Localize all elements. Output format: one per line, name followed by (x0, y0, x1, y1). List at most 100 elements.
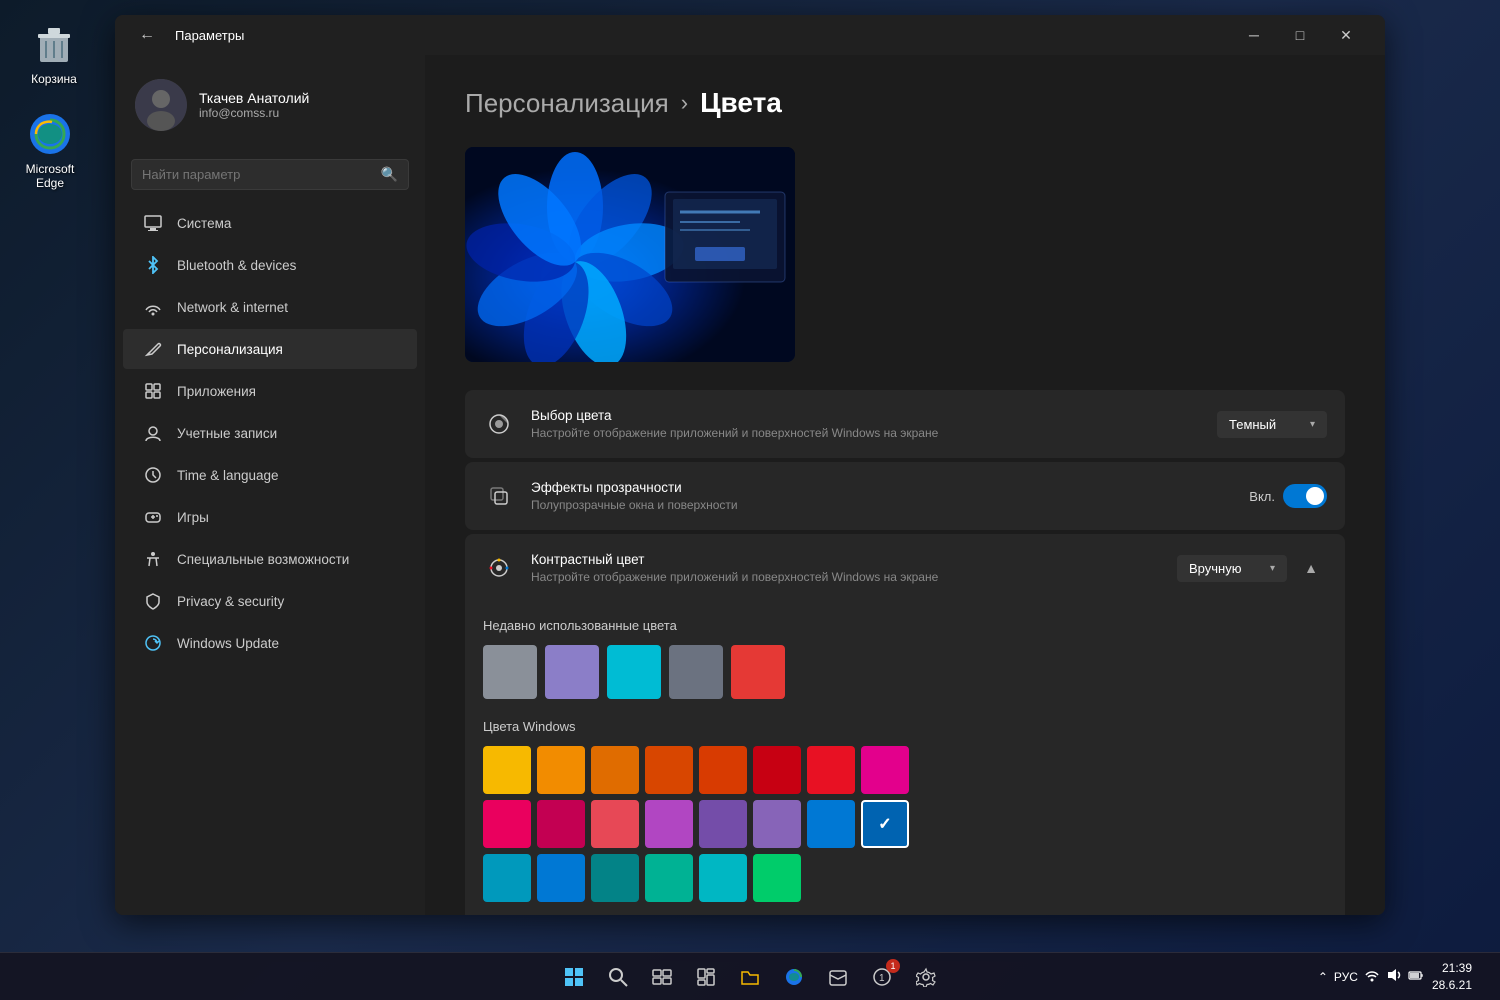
color-choice-dropdown[interactable]: Темный ▾ (1217, 411, 1327, 438)
color-cell-7[interactable] (861, 746, 909, 794)
recent-swatch-4[interactable] (731, 645, 785, 699)
taskbar-chevron[interactable]: ⌃ (1318, 970, 1328, 984)
color-cell-10[interactable] (591, 800, 639, 848)
sidebar-item-network[interactable]: Network & internet (123, 287, 417, 327)
desktop: Корзина Microsoft Edge ← Параметры ─ □ ✕ (0, 0, 1500, 1000)
sidebar-item-personalization[interactable]: Персонализация (123, 329, 417, 369)
transparency-row[interactable]: Эффекты прозрачности Полупрозрачные окна… (465, 462, 1345, 530)
transparency-title: Эффекты прозрачности (531, 480, 1233, 495)
color-cell-15-selected[interactable]: ✓ (861, 800, 909, 848)
sidebar-item-time[interactable]: Time & language (123, 455, 417, 495)
windows-colors-title: Цвета Windows (483, 719, 1327, 734)
settings-window: ← Параметры ─ □ ✕ (115, 15, 1385, 915)
color-cell-5[interactable] (753, 746, 801, 794)
color-choice-title: Выбор цвета (531, 408, 1201, 423)
color-cell-17[interactable] (537, 854, 585, 902)
recent-swatch-0[interactable] (483, 645, 537, 699)
user-profile[interactable]: Ткачев Анатолий info@comss.ru (115, 63, 425, 147)
minimize-button[interactable]: ─ (1231, 15, 1277, 55)
taskbar-right: ⌃ РУС 21:39 28.6.21 (1318, 960, 1488, 994)
color-cell-0[interactable] (483, 746, 531, 794)
wallpaper-svg (465, 147, 795, 362)
color-row-2: ✓ (483, 800, 1327, 848)
color-cell-20[interactable] (699, 854, 747, 902)
user-name: Ткачев Анатолий (199, 90, 309, 106)
recycle-bin-icon[interactable]: Корзина (18, 20, 90, 86)
recent-swatch-1[interactable] (545, 645, 599, 699)
accent-expanded-section: Недавно использованные цвета Цвета Windo… (465, 602, 1345, 915)
color-cell-13[interactable] (753, 800, 801, 848)
accent-color-row[interactable]: Контрастный цвет Настройте отображение п… (465, 534, 1345, 602)
taskbar-chat[interactable]: 1 1 (862, 957, 902, 997)
recent-colors-swatches (483, 645, 1327, 699)
sidebar-item-update-label: Windows Update (177, 636, 279, 651)
sidebar-item-time-label: Time & language (177, 468, 279, 483)
maximize-button[interactable]: □ (1277, 15, 1323, 55)
close-button[interactable]: ✕ (1323, 15, 1369, 55)
taskbar-store[interactable] (818, 957, 858, 997)
taskbar-time-display[interactable]: 21:39 28.6.21 (1432, 960, 1472, 994)
accent-desc: Настройте отображение приложений и повер… (531, 570, 1161, 584)
edge-icon-label: Microsoft Edge (14, 162, 86, 190)
accent-dropdown[interactable]: Вручную ▾ (1177, 555, 1287, 582)
theme-preview (465, 147, 795, 362)
wifi-icon (1364, 967, 1380, 986)
color-cell-18[interactable] (591, 854, 639, 902)
color-cell-1[interactable] (537, 746, 585, 794)
color-cell-9[interactable] (537, 800, 585, 848)
avatar (135, 79, 187, 131)
color-choice-row[interactable]: Выбор цвета Настройте отображение прилож… (465, 390, 1345, 458)
sidebar-item-bluetooth[interactable]: Bluetooth & devices (123, 245, 417, 285)
color-cell-6[interactable] (807, 746, 855, 794)
color-row-1 (483, 746, 1327, 794)
color-cell-3[interactable] (645, 746, 693, 794)
transparency-toggle[interactable] (1283, 484, 1327, 508)
taskbar-language: РУС (1334, 970, 1358, 984)
color-cell-16[interactable] (483, 854, 531, 902)
taskbar-center: 1 1 (554, 957, 946, 997)
back-button[interactable]: ← (131, 19, 163, 51)
gaming-icon (143, 507, 163, 527)
recent-colors-title: Недавно использованные цвета (483, 618, 1327, 633)
settings-body: Ткачев Анатолий info@comss.ru 🔍 Система (115, 55, 1385, 915)
taskbar-taskview[interactable] (642, 957, 682, 997)
color-cell-2[interactable] (591, 746, 639, 794)
start-button[interactable] (554, 957, 594, 997)
recent-swatch-3[interactable] (669, 645, 723, 699)
color-cell-4[interactable] (699, 746, 747, 794)
taskbar-edge[interactable] (774, 957, 814, 997)
taskbar-settings[interactable] (906, 957, 946, 997)
user-email: info@comss.ru (199, 106, 309, 120)
breadcrumb-parent: Персонализация (465, 88, 669, 119)
bluetooth-icon (143, 255, 163, 275)
sidebar-item-apps[interactable]: Приложения (123, 371, 417, 411)
edge-icon-desktop[interactable]: Microsoft Edge (14, 110, 86, 190)
time-icon (143, 465, 163, 485)
transparency-toggle-label: Вкл. (1249, 489, 1275, 504)
accent-title: Контрастный цвет (531, 552, 1161, 567)
color-cell-19[interactable] (645, 854, 693, 902)
sidebar-item-accessibility[interactable]: Специальные возможности (123, 539, 417, 579)
sidebar-item-apps-label: Приложения (177, 384, 256, 399)
taskbar-search[interactable] (598, 957, 638, 997)
taskbar-widgets[interactable] (686, 957, 726, 997)
sidebar-item-privacy[interactable]: Privacy & security (123, 581, 417, 621)
recent-swatch-2[interactable] (607, 645, 661, 699)
color-cell-11[interactable] (645, 800, 693, 848)
color-cell-8[interactable] (483, 800, 531, 848)
sidebar-item-accounts[interactable]: Учетные записи (123, 413, 417, 453)
network-icon (143, 297, 163, 317)
color-cell-21[interactable] (753, 854, 801, 902)
sidebar-item-gaming-label: Игры (177, 510, 209, 525)
expand-accent-button[interactable]: ▲ (1295, 552, 1327, 584)
sidebar-item-system[interactable]: Система (123, 203, 417, 243)
sidebar-item-update[interactable]: Windows Update (123, 623, 417, 663)
sidebar: Ткачев Анатолий info@comss.ru 🔍 Система (115, 55, 425, 915)
search-box[interactable]: 🔍 (131, 159, 409, 190)
taskbar-explorer[interactable] (730, 957, 770, 997)
color-cell-14[interactable] (807, 800, 855, 848)
color-cell-12[interactable] (699, 800, 747, 848)
search-input[interactable] (142, 167, 373, 182)
time-display: 21:39 (1432, 960, 1472, 977)
sidebar-item-gaming[interactable]: Игры (123, 497, 417, 537)
